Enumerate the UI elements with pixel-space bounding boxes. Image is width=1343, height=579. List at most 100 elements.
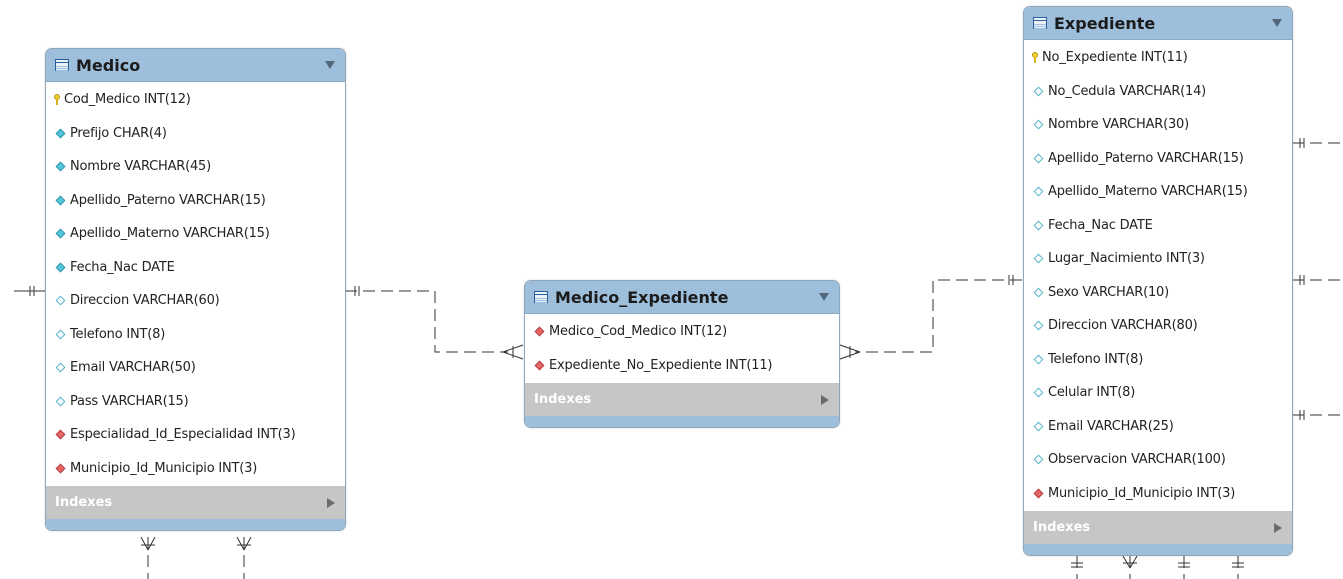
column-row[interactable]: Expediente_No_Expediente INT(11) bbox=[525, 349, 839, 383]
table-footer bbox=[1024, 544, 1292, 555]
indexes-section[interactable]: Indexes bbox=[1024, 511, 1292, 544]
column-diamond-icon bbox=[55, 262, 66, 273]
column-diamond-icon bbox=[55, 295, 66, 306]
column-name: Apellido_Paterno VARCHAR(15) bbox=[70, 192, 266, 208]
column-row[interactable]: Telefono INT(8) bbox=[46, 318, 345, 352]
column-name: Medico_Cod_Medico INT(12) bbox=[549, 324, 727, 340]
column-name: No_Expediente INT(11) bbox=[1042, 50, 1188, 66]
column-diamond-icon bbox=[1033, 287, 1044, 298]
column-row[interactable]: Prefijo CHAR(4) bbox=[46, 117, 345, 151]
column-diamond-icon bbox=[1033, 220, 1044, 231]
relationship-expediente-link[interactable] bbox=[839, 275, 1022, 360]
column-row[interactable]: Email VARCHAR(25) bbox=[1024, 410, 1292, 444]
column-name: Apellido_Paterno VARCHAR(15) bbox=[1048, 150, 1244, 166]
primary-key-icon bbox=[54, 93, 60, 106]
column-row[interactable]: Telefono INT(8) bbox=[1024, 343, 1292, 377]
column-name: Municipio_Id_Municipio INT(3) bbox=[1048, 485, 1236, 501]
column-row[interactable]: Apellido_Materno VARCHAR(15) bbox=[1024, 175, 1292, 209]
column-diamond-icon bbox=[55, 329, 66, 340]
expand-arrow-icon[interactable] bbox=[1274, 522, 1282, 533]
column-row[interactable]: Fecha_Nac DATE bbox=[1024, 209, 1292, 243]
column-diamond-icon bbox=[1033, 86, 1044, 97]
column-list: Medico_Cod_Medico INT(12) Expediente_No_E… bbox=[525, 314, 839, 383]
relationship-stubs-expediente-right bbox=[1292, 138, 1343, 420]
table-header[interactable]: Medico bbox=[46, 49, 345, 82]
column-name: Nombre VARCHAR(30) bbox=[1048, 117, 1189, 133]
column-row[interactable]: Lugar_Nacimiento INT(3) bbox=[1024, 242, 1292, 276]
primary-key-icon bbox=[1032, 51, 1038, 64]
expand-arrow-icon[interactable] bbox=[327, 497, 335, 508]
relationship-stubs-medico-bottom bbox=[140, 536, 252, 579]
column-name: Fecha_Nac DATE bbox=[70, 259, 175, 275]
column-row[interactable]: Pass VARCHAR(15) bbox=[46, 385, 345, 419]
table-footer bbox=[46, 519, 345, 530]
column-row[interactable]: Cod_Medico INT(12) bbox=[46, 83, 345, 117]
column-name: No_Cedula VARCHAR(14) bbox=[1048, 83, 1207, 99]
column-row[interactable]: Nombre VARCHAR(30) bbox=[1024, 108, 1292, 142]
column-row[interactable]: Email VARCHAR(50) bbox=[46, 351, 345, 385]
column-list: No_Expediente INT(11) No_Cedula VARCHAR(1… bbox=[1024, 40, 1292, 511]
relationship-medico-expediente-link[interactable] bbox=[345, 286, 524, 360]
column-row[interactable]: Direccion VARCHAR(80) bbox=[1024, 309, 1292, 343]
collapse-arrow-icon[interactable] bbox=[819, 293, 829, 301]
column-row[interactable]: No_Expediente INT(11) bbox=[1024, 41, 1292, 75]
column-row[interactable]: Apellido_Paterno VARCHAR(15) bbox=[46, 184, 345, 218]
column-name: Especialidad_Id_Especialidad INT(3) bbox=[70, 427, 296, 443]
column-name: Sexo VARCHAR(10) bbox=[1048, 284, 1170, 300]
table-header[interactable]: Medico_Expediente bbox=[525, 281, 839, 314]
column-name: Expediente_No_Expediente INT(11) bbox=[549, 357, 773, 373]
table-header[interactable]: Expediente bbox=[1024, 7, 1292, 40]
column-name: Telefono INT(8) bbox=[1048, 351, 1144, 367]
table-medico-expediente[interactable]: Medico_Expediente Medico_Cod_Medico INT(… bbox=[524, 280, 840, 428]
column-diamond-icon bbox=[55, 161, 66, 172]
column-row[interactable]: Especialidad_Id_Especialidad INT(3) bbox=[46, 418, 345, 452]
table-title: Medico bbox=[76, 55, 141, 75]
column-diamond-icon bbox=[1033, 119, 1044, 130]
column-row[interactable]: Apellido_Materno VARCHAR(15) bbox=[46, 217, 345, 251]
column-row[interactable]: Nombre VARCHAR(45) bbox=[46, 150, 345, 184]
indexes-label: Indexes bbox=[534, 392, 592, 407]
collapse-arrow-icon[interactable] bbox=[1272, 19, 1282, 27]
column-row[interactable]: Municipio_Id_Municipio INT(3) bbox=[46, 452, 345, 486]
table-expediente[interactable]: Expediente No_Expediente INT(11) No_Cedul… bbox=[1023, 6, 1293, 556]
column-diamond-icon bbox=[1033, 454, 1044, 465]
column-diamond-icon bbox=[1033, 421, 1044, 432]
column-name: Fecha_Nac DATE bbox=[1048, 217, 1153, 233]
column-row[interactable]: Observacion VARCHAR(100) bbox=[1024, 443, 1292, 477]
column-diamond-icon bbox=[55, 128, 66, 139]
column-name: Direccion VARCHAR(60) bbox=[70, 293, 220, 309]
column-diamond-icon bbox=[1033, 253, 1044, 264]
column-row[interactable]: Direccion VARCHAR(60) bbox=[46, 284, 345, 318]
column-row[interactable]: Sexo VARCHAR(10) bbox=[1024, 276, 1292, 310]
collapse-arrow-icon[interactable] bbox=[325, 61, 335, 69]
column-row[interactable]: Municipio_Id_Municipio INT(3) bbox=[1024, 477, 1292, 511]
column-name: Apellido_Materno VARCHAR(15) bbox=[1048, 184, 1248, 200]
column-row[interactable]: Medico_Cod_Medico INT(12) bbox=[525, 315, 839, 349]
expand-arrow-icon[interactable] bbox=[821, 394, 829, 405]
table-title: Medico_Expediente bbox=[555, 287, 729, 307]
column-name: Email VARCHAR(25) bbox=[1048, 418, 1174, 434]
column-name: Apellido_Materno VARCHAR(15) bbox=[70, 226, 270, 242]
column-row[interactable]: Apellido_Paterno VARCHAR(15) bbox=[1024, 142, 1292, 176]
table-icon bbox=[55, 59, 69, 71]
column-diamond-icon bbox=[55, 396, 66, 407]
column-row[interactable]: Celular INT(8) bbox=[1024, 376, 1292, 410]
column-name: Cod_Medico INT(12) bbox=[64, 92, 191, 108]
column-row[interactable]: No_Cedula VARCHAR(14) bbox=[1024, 75, 1292, 109]
column-diamond-icon bbox=[1033, 320, 1044, 331]
table-medico[interactable]: Medico Cod_Medico INT(12) Prefijo CHAR(4)… bbox=[45, 48, 346, 531]
column-name: Telefono INT(8) bbox=[70, 326, 166, 342]
column-diamond-icon bbox=[55, 195, 66, 206]
indexes-section[interactable]: Indexes bbox=[46, 486, 345, 519]
column-row[interactable]: Fecha_Nac DATE bbox=[46, 251, 345, 285]
column-name: Municipio_Id_Municipio INT(3) bbox=[70, 460, 258, 476]
column-name: Prefijo CHAR(4) bbox=[70, 125, 167, 141]
column-diamond-icon bbox=[55, 362, 66, 373]
column-name: Celular INT(8) bbox=[1048, 385, 1136, 401]
foreign-key-diamond-icon bbox=[534, 360, 545, 371]
foreign-key-diamond-icon bbox=[55, 463, 66, 474]
column-name: Observacion VARCHAR(100) bbox=[1048, 452, 1226, 468]
column-name: Nombre VARCHAR(45) bbox=[70, 159, 211, 175]
indexes-section[interactable]: Indexes bbox=[525, 383, 839, 416]
indexes-label: Indexes bbox=[55, 495, 113, 510]
